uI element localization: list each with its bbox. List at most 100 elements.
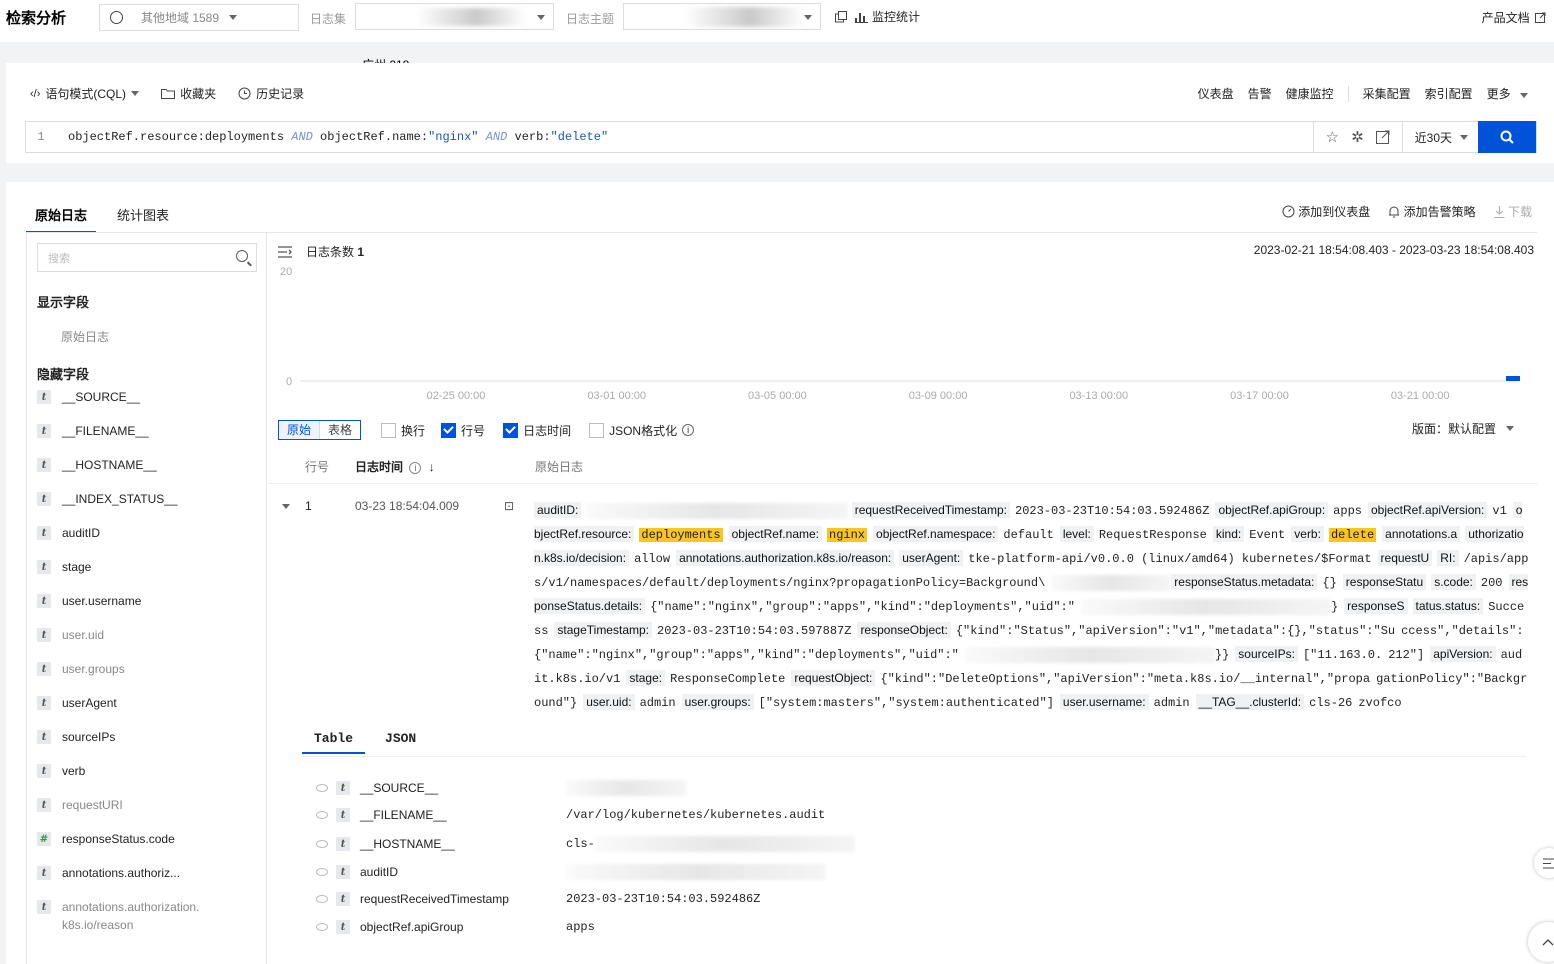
log-key: sourceIPs: bbox=[1235, 646, 1298, 662]
divider bbox=[1347, 85, 1349, 102]
log-key: user.uid: bbox=[583, 694, 635, 710]
hidden-field-item[interactable]: t requestURI bbox=[37, 798, 123, 812]
hidden-fields-title: 隐藏字段 bbox=[37, 367, 90, 382]
hidden-field-item[interactable]: t user.groups bbox=[37, 662, 125, 676]
eye-icon[interactable] bbox=[316, 811, 328, 819]
layout-label: 版面：默认配置 bbox=[1411, 422, 1496, 436]
hidden-field-item[interactable]: t __INDEX_STATUS__ bbox=[37, 492, 178, 506]
layout-selector[interactable]: 版面：默认配置 bbox=[1412, 420, 1514, 437]
health-monitor-link[interactable]: 健康监控 bbox=[1286, 85, 1334, 102]
query-text[interactable]: objectRef.resource:deployments AND objec… bbox=[56, 130, 608, 144]
wrap-checkbox[interactable]: 换行 bbox=[381, 422, 425, 439]
time-range-selector[interactable]: 近30天 bbox=[1401, 121, 1478, 153]
expand-row-icon[interactable] bbox=[282, 504, 290, 509]
eye-icon[interactable] bbox=[316, 868, 328, 876]
view-table-button[interactable]: 表格 bbox=[319, 421, 361, 439]
info-icon[interactable]: i bbox=[682, 424, 695, 436]
hidden-field-item[interactable]: t annotations.authoriz... bbox=[37, 866, 180, 880]
histogram-bar bbox=[1506, 376, 1520, 381]
redacted-value bbox=[1051, 574, 1172, 591]
field-search-input[interactable]: 搜索 bbox=[37, 243, 257, 272]
wrap-label: 换行 bbox=[401, 423, 426, 438]
log-key: responseStatu bbox=[1342, 574, 1427, 590]
star-icon[interactable]: ☆ bbox=[1326, 128, 1339, 146]
tab-chart[interactable]: 统计图表 bbox=[108, 202, 178, 233]
code-icon: ‹/› bbox=[30, 87, 41, 100]
hidden-field-item[interactable]: t user.uid bbox=[37, 628, 104, 642]
region-selector[interactable]: 广州 218 其他地域 1589 bbox=[99, 4, 409, 72]
eye-icon[interactable] bbox=[316, 895, 328, 903]
eye-icon[interactable] bbox=[316, 840, 328, 848]
more-menu[interactable]: 更多 bbox=[1487, 85, 1528, 102]
logtime-checkbox[interactable]: 日志时间 bbox=[503, 422, 571, 439]
json-format-checkbox[interactable]: JSON格式化 i bbox=[589, 422, 695, 439]
col-logtime[interactable]: 日志时间 i ↓ bbox=[355, 458, 435, 475]
product-docs-link[interactable]: 产品文档 bbox=[1482, 9, 1546, 26]
log-key: objectRef.apiVersion: bbox=[1367, 502, 1488, 518]
eye-icon[interactable] bbox=[316, 923, 328, 931]
query-mode-selector[interactable]: ‹/› 语句模式(CQL) bbox=[30, 85, 140, 102]
hidden-field-item[interactable]: # responseStatus.code bbox=[37, 832, 175, 846]
favorites-button[interactable]: 收藏夹 bbox=[161, 85, 216, 102]
log-value: apps bbox=[1333, 504, 1362, 518]
log-key: requestReceivedTimestamp: bbox=[851, 502, 1010, 518]
log-value: {"name":"nginx","group":"apps","kind":"d… bbox=[650, 600, 1075, 614]
detail-tab-table[interactable]: Table bbox=[302, 731, 366, 754]
tab-raw-log[interactable]: 原始日志 bbox=[26, 202, 97, 233]
search-button[interactable] bbox=[1478, 121, 1536, 153]
eye-icon[interactable] bbox=[316, 784, 328, 792]
index-config-link[interactable]: 索引配置 bbox=[1425, 85, 1473, 102]
col-logtime-label: 日志时间 bbox=[355, 460, 404, 474]
search-icon bbox=[1500, 130, 1514, 144]
detail-field-name: __HOSTNAME__ bbox=[360, 837, 455, 851]
shown-field-raw-log[interactable]: 原始日志 bbox=[61, 328, 109, 345]
field-name: user.username bbox=[62, 594, 142, 608]
context-search-icon[interactable]: ⊡ bbox=[504, 499, 514, 513]
view-raw-button[interactable]: 原始 bbox=[279, 421, 320, 439]
sort-down-icon: ↓ bbox=[428, 460, 435, 474]
log-value: 212"] bbox=[1388, 648, 1425, 662]
chevron-down-icon bbox=[537, 15, 545, 20]
hidden-field-item[interactable]: t __HOSTNAME__ bbox=[37, 458, 157, 472]
hidden-field-item[interactable]: t user.username bbox=[37, 594, 141, 608]
copy-icon bbox=[835, 10, 847, 22]
page-title: 检索分析 bbox=[6, 10, 67, 27]
monitor-link[interactable]: 监控统计 bbox=[835, 8, 920, 25]
text-type-icon: t bbox=[37, 560, 51, 574]
query-editor[interactable]: 1 objectRef.resource:deployments AND obj… bbox=[25, 121, 1537, 153]
text-type-icon: t bbox=[37, 866, 51, 880]
text-type-icon: t bbox=[336, 865, 350, 879]
hidden-field-item[interactable]: t __SOURCE__ bbox=[37, 390, 140, 404]
hidden-field-item[interactable]: t annotations.authorization. bbox=[37, 900, 199, 914]
topic-select[interactable] bbox=[623, 3, 821, 30]
hidden-field-item[interactable]: t userAgent bbox=[37, 696, 117, 710]
x-tick-label: 03-01 00:00 bbox=[587, 390, 646, 402]
external-link-icon[interactable] bbox=[1375, 130, 1390, 144]
field-name: verb bbox=[62, 764, 86, 778]
hidden-field-item[interactable]: t sourceIPs bbox=[37, 730, 115, 744]
text-type-icon: t bbox=[37, 628, 51, 642]
download-button[interactable]: 下载 bbox=[1494, 203, 1532, 220]
log-key: objectRef.namespace: bbox=[873, 526, 999, 542]
text-type-icon: t bbox=[37, 424, 51, 438]
dashboard-link[interactable]: 仪表盘 bbox=[1198, 85, 1234, 102]
collection-config-link[interactable]: 采集配置 bbox=[1363, 85, 1411, 102]
logset-label: 日志集 bbox=[310, 12, 347, 26]
add-dashboard-button[interactable]: 添加到仪表盘 bbox=[1282, 203, 1370, 220]
y-tick-label: 0 bbox=[286, 376, 292, 388]
add-alarm-button[interactable]: 添加告警策略 bbox=[1388, 203, 1476, 220]
lineno-checkbox[interactable]: 行号 bbox=[441, 422, 485, 439]
gear-icon[interactable]: ✲ bbox=[1351, 128, 1364, 146]
field-name: user.groups bbox=[62, 662, 125, 676]
logset-select[interactable] bbox=[355, 3, 554, 30]
hidden-field-item[interactable]: t stage bbox=[37, 560, 91, 574]
list-collapse-icon[interactable] bbox=[278, 245, 292, 258]
history-button[interactable]: 历史记录 bbox=[238, 85, 304, 102]
detail-tab-json[interactable]: JSON bbox=[373, 731, 428, 754]
hidden-field-item[interactable]: t auditID bbox=[37, 526, 100, 540]
hidden-field-item[interactable]: t verb bbox=[37, 764, 85, 778]
divider bbox=[268, 483, 1538, 484]
alarm-link[interactable]: 告警 bbox=[1248, 85, 1272, 102]
hidden-field-item[interactable]: t __FILENAME__ bbox=[37, 424, 149, 438]
log-key: user.groups: bbox=[681, 694, 754, 710]
